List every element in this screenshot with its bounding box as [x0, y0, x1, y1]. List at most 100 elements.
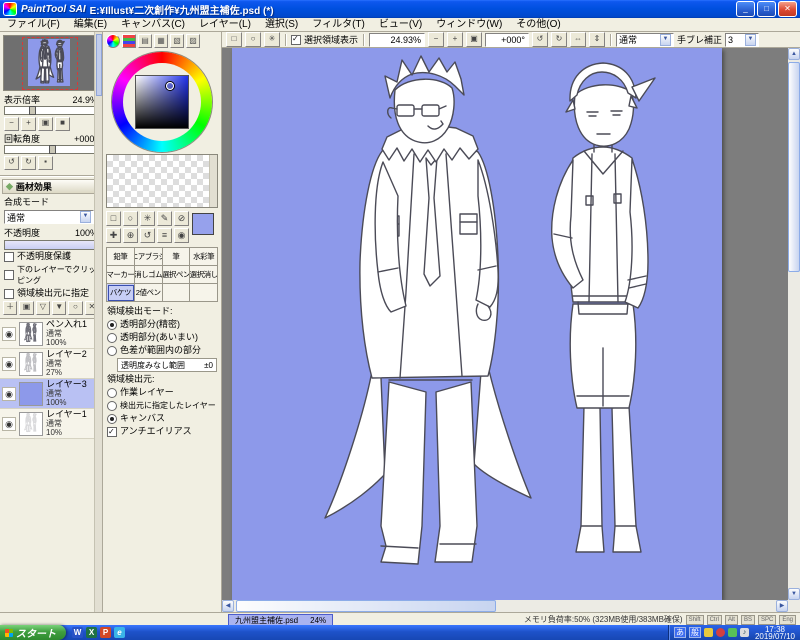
- clear-layer-icon[interactable]: ○: [68, 301, 83, 315]
- network-icon[interactable]: [727, 628, 737, 637]
- tool-marker[interactable]: マーカー: [107, 266, 135, 284]
- rotate-cw-icon[interactable]: ↻: [551, 32, 568, 47]
- scratchpad[interactable]: [106, 154, 218, 208]
- tool-bucket[interactable]: バケツ: [107, 284, 135, 302]
- taskbar-clock[interactable]: 17:38 2019/07/10: [752, 625, 795, 640]
- hscroll-thumb[interactable]: [236, 600, 496, 612]
- selection-source-checkbox[interactable]: [4, 288, 14, 299]
- blend-mode-dropdown[interactable]: 通常 ▼: [4, 210, 94, 224]
- layer-row-selected[interactable]: ◉ レイヤー3 通常 100%: [0, 379, 102, 409]
- layer-row[interactable]: ◉ ペン入れ1 通常 100%: [0, 319, 102, 349]
- menu-item-layer[interactable]: レイヤー(L): [192, 18, 258, 31]
- antivirus-icon[interactable]: [715, 628, 725, 637]
- marquee-icon[interactable]: □: [226, 32, 242, 47]
- excel-icon[interactable]: X: [86, 627, 97, 638]
- eye-icon[interactable]: ◉: [2, 386, 16, 401]
- internet-explorer-icon[interactable]: e: [114, 627, 125, 638]
- update-icon[interactable]: [703, 628, 713, 637]
- minimize-button[interactable]: _: [736, 1, 755, 17]
- layer-row[interactable]: ◉ レイヤー2 通常 27%: [0, 349, 102, 379]
- tool-binary-pen[interactable]: 2値ペン: [134, 284, 163, 302]
- opacity-slider[interactable]: [4, 240, 98, 250]
- radio-canvas[interactable]: [107, 413, 117, 424]
- rotate-reset-icon[interactable]: ▪: [38, 156, 53, 170]
- tool-selerase[interactable]: 選択消し: [190, 266, 218, 284]
- new-layer-icon[interactable]: ＋: [3, 301, 18, 315]
- eye-icon[interactable]: ◉: [2, 326, 16, 341]
- zoom-readout[interactable]: 24.93%: [369, 32, 426, 47]
- tool-empty[interactable]: [190, 284, 218, 302]
- canvas-viewport[interactable]: [222, 48, 788, 600]
- angle-readout[interactable]: +000°: [485, 32, 530, 47]
- menu-item-others[interactable]: その他(O): [509, 18, 567, 31]
- volume-icon[interactable]: ♪: [739, 628, 749, 637]
- zoom-fit-icon[interactable]: ▣: [38, 117, 53, 131]
- radio-color-difference[interactable]: [107, 345, 117, 356]
- rotate-ccw-icon[interactable]: ↺: [4, 156, 19, 170]
- clipping-group-checkbox[interactable]: [4, 270, 14, 280]
- lasso-icon[interactable]: ○: [245, 32, 261, 47]
- material-effect-header[interactable]: ◆ 画材効果: [2, 179, 100, 194]
- flip-vertical-icon[interactable]: ⇕: [589, 32, 606, 47]
- color-mixer-icon[interactable]: ▦: [154, 34, 168, 48]
- scroll-left-icon[interactable]: ◀: [222, 600, 234, 612]
- tool-selpen[interactable]: 選択ペン: [162, 266, 191, 284]
- tolerance-box[interactable]: 透明度みなし範囲 ±0: [117, 358, 217, 372]
- menu-item-view[interactable]: ビュー(V): [372, 18, 429, 31]
- rotate-cw-icon[interactable]: ↻: [21, 156, 36, 170]
- ime-mode-icon[interactable]: 般: [688, 627, 701, 638]
- powerpoint-icon[interactable]: P: [100, 627, 111, 638]
- new-layerset-icon[interactable]: ▣: [19, 301, 34, 315]
- zoom-reset-icon[interactable]: ■: [55, 117, 70, 131]
- menu-item-file[interactable]: ファイル(F): [0, 18, 67, 31]
- scroll-down-icon[interactable]: ▼: [788, 588, 800, 600]
- scroll-up-icon[interactable]: ▲: [788, 48, 800, 60]
- antialias-checkbox[interactable]: [107, 426, 117, 437]
- ime-input-icon[interactable]: あ: [673, 627, 686, 638]
- scroll-right-icon[interactable]: ▶: [776, 600, 788, 612]
- menu-item-select[interactable]: 選択(S): [258, 18, 305, 31]
- tool-airbrush[interactable]: エアブラシ: [134, 248, 163, 266]
- menu-item-edit[interactable]: 編集(E): [67, 18, 114, 31]
- maximize-button[interactable]: □: [757, 1, 776, 17]
- selection-eraser-icon[interactable]: ⊘: [174, 211, 189, 226]
- tool-watercolor[interactable]: 水彩筆: [190, 248, 218, 266]
- scratchpad-scrollbar[interactable]: [209, 155, 217, 207]
- vscroll-thumb[interactable]: [788, 62, 800, 272]
- rgb-sliders-icon[interactable]: [122, 34, 136, 48]
- tool-eraser[interactable]: 消しゴム: [134, 266, 163, 284]
- vertical-scrollbar[interactable]: ▲ ▼: [788, 48, 800, 600]
- marquee-icon[interactable]: □: [106, 211, 121, 226]
- magic-wand-icon[interactable]: ✳: [264, 32, 280, 47]
- zoom-out-icon[interactable]: −: [428, 32, 445, 47]
- eyedropper-icon[interactable]: ◉: [174, 228, 189, 243]
- eye-icon[interactable]: ◉: [2, 356, 16, 371]
- radio-transparent-precise[interactable]: [107, 319, 117, 330]
- zoom-out-icon[interactable]: −: [4, 117, 19, 131]
- zoom-in-icon[interactable]: +: [21, 117, 36, 131]
- menu-item-canvas[interactable]: キャンバス(C): [114, 18, 192, 31]
- rotate-ccw-icon[interactable]: ↺: [532, 32, 549, 47]
- horizontal-scrollbar[interactable]: ◀ ▶: [222, 600, 788, 612]
- word-icon[interactable]: W: [72, 627, 83, 638]
- zoom-in-icon[interactable]: +: [447, 32, 464, 47]
- drawing-canvas[interactable]: [232, 48, 722, 600]
- scratchpad-icon[interactable]: ▨: [186, 34, 200, 48]
- layer-row[interactable]: ◉ レイヤー1 通常 10%: [0, 409, 102, 439]
- merge-down-icon[interactable]: ▼: [51, 301, 67, 315]
- zoom-slider[interactable]: [4, 106, 98, 115]
- flip-horizontal-icon[interactable]: ⇔: [570, 32, 587, 47]
- tool-brush[interactable]: 筆: [162, 248, 191, 266]
- preserve-opacity-checkbox[interactable]: [4, 251, 14, 262]
- hsv-sliders-icon[interactable]: ▤: [138, 34, 152, 48]
- swatches-icon[interactable]: ▧: [170, 34, 184, 48]
- magic-wand-icon[interactable]: ✳: [140, 211, 155, 226]
- selection-pen-icon[interactable]: ✎: [157, 211, 172, 226]
- start-button[interactable]: スタート: [0, 625, 66, 640]
- lasso-icon[interactable]: ○: [123, 211, 138, 226]
- color-wheel-icon[interactable]: [106, 34, 120, 48]
- navigator-thumbnail[interactable]: [3, 35, 99, 91]
- current-color-swatch[interactable]: [192, 213, 214, 235]
- zoom-fit-icon[interactable]: ▣: [466, 32, 483, 47]
- navigator-view-rect[interactable]: [22, 37, 78, 90]
